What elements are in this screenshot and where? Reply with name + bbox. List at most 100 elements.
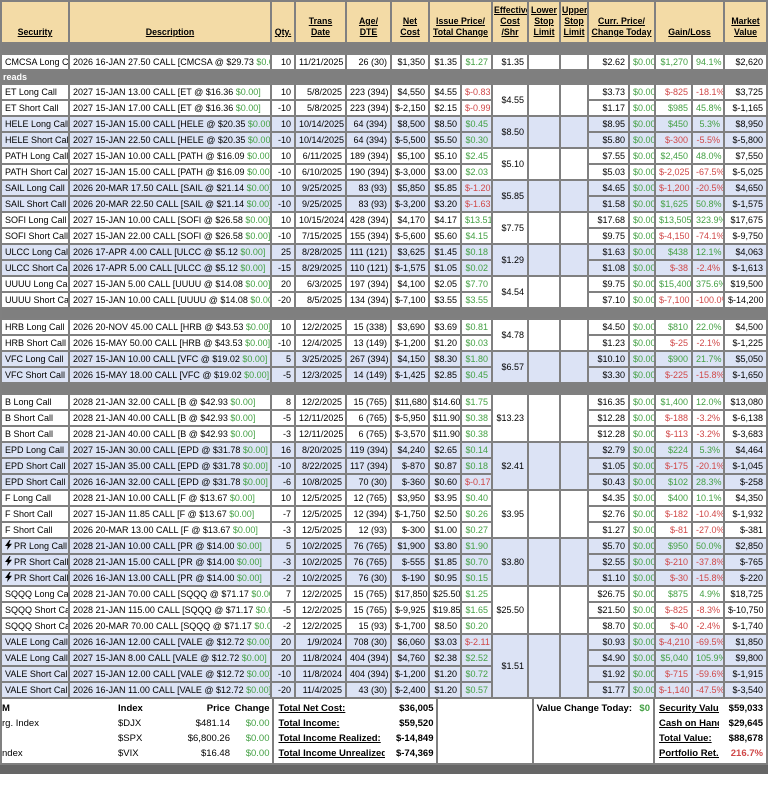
- cell-effective-cost[interactable]: $1.51: [493, 635, 527, 697]
- cell-curr-price[interactable]: $5.03: [589, 165, 628, 179]
- cell-qty[interactable]: 10: [272, 117, 294, 131]
- cell-gain-loss-pct[interactable]: -8.3%: [693, 603, 723, 617]
- cell-lower-stop-limit[interactable]: [529, 635, 559, 697]
- cell-gain-loss[interactable]: $-113: [656, 427, 691, 441]
- cell-lower-stop-limit[interactable]: [529, 245, 559, 275]
- cell-net-cost[interactable]: $11,680: [392, 395, 428, 409]
- cell-issue-price[interactable]: $1.35: [430, 55, 460, 69]
- index-change[interactable]: $0.00: [230, 731, 272, 746]
- cell-total-change[interactable]: $0.45: [462, 117, 491, 131]
- cell-change-today[interactable]: $0.00: [630, 459, 654, 473]
- cell-qty[interactable]: -2: [272, 571, 294, 585]
- cell-total-change[interactable]: $1.27: [462, 55, 491, 69]
- cell-gain-loss-pct[interactable]: 45.8%: [693, 101, 723, 115]
- column-header-effective-cost-shr[interactable]: Effective Cost /Shr: [493, 2, 527, 42]
- cell-change-today[interactable]: $0.00: [630, 117, 654, 131]
- cell-change-today[interactable]: $0.00: [630, 475, 654, 489]
- cell-age-dte[interactable]: 15 (765): [347, 587, 390, 601]
- cell-total-change[interactable]: $0.14: [462, 443, 491, 457]
- cell-security[interactable]: SOFI Long Call: [2, 213, 68, 227]
- cell-qty[interactable]: 8: [272, 395, 294, 409]
- cell-gain-loss[interactable]: $-715: [656, 667, 691, 681]
- cell-trans-date[interactable]: 6/10/2025: [296, 165, 345, 179]
- cell-trans-date[interactable]: 10/2/2025: [296, 571, 345, 585]
- cell-change-today[interactable]: $0.00: [630, 55, 654, 69]
- cell-description[interactable]: 2026 20-MAR 22.50 CALL [SAIL @ $21.14 $0…: [70, 197, 270, 211]
- cell-change-today[interactable]: $0.00: [630, 555, 654, 569]
- total-value[interactable]: $-74,369: [385, 746, 436, 761]
- cell-security[interactable]: SAIL Long Call: [2, 181, 68, 195]
- index-change[interactable]: $0.00: [230, 716, 272, 731]
- cell-age-dte[interactable]: 76 (765): [347, 555, 390, 569]
- cell-qty[interactable]: -3: [272, 555, 294, 569]
- cell-net-cost[interactable]: $3,950: [392, 491, 428, 505]
- cell-description[interactable]: 2027 15-JAN 22.50 CALL [HELE @ $20.35 $0…: [70, 133, 270, 147]
- cell-description[interactable]: 2028 21-JAN 32.00 CALL [B @ $42.93 $0.00…: [70, 395, 270, 409]
- cell-qty[interactable]: -10: [272, 667, 294, 681]
- total-value[interactable]: $36,005: [385, 701, 436, 716]
- cell-market-value[interactable]: $-1,045: [725, 459, 766, 473]
- cell-net-cost[interactable]: $3,690: [392, 320, 428, 334]
- cell-trans-date[interactable]: 12/2/2025: [296, 320, 345, 334]
- cell-market-value[interactable]: $7,550: [725, 149, 766, 163]
- cell-trans-date[interactable]: 12/5/2025: [296, 507, 345, 521]
- cell-net-cost[interactable]: $4,170: [392, 213, 428, 227]
- cell-gain-loss-pct[interactable]: 12.0%: [693, 395, 723, 409]
- cell-market-value[interactable]: $-10,750: [725, 603, 766, 617]
- index-symbol[interactable]: Index: [118, 701, 168, 716]
- cell-curr-price[interactable]: $2.55: [589, 555, 628, 569]
- cell-qty[interactable]: 10: [272, 149, 294, 163]
- cell-qty[interactable]: -5: [272, 368, 294, 382]
- cell-gain-loss-pct[interactable]: -2.4%: [693, 619, 723, 633]
- cell-age-dte[interactable]: 14 (149): [347, 368, 390, 382]
- cell-curr-price[interactable]: $3.73: [589, 85, 628, 99]
- cell-trans-date[interactable]: 11/8/2024: [296, 667, 345, 681]
- cell-gain-loss[interactable]: $102: [656, 475, 691, 489]
- cell-gain-loss-pct[interactable]: 48.0%: [693, 149, 723, 163]
- cell-issue-price[interactable]: $14.60: [430, 395, 460, 409]
- total-label[interactable]: Total Income Unrealized:: [274, 746, 385, 761]
- cell-trans-date[interactable]: 10/2/2025: [296, 555, 345, 569]
- cell-age-dte[interactable]: 223 (394): [347, 85, 390, 99]
- cell-security[interactable]: B Short Call: [2, 411, 68, 425]
- cell-qty[interactable]: -6: [272, 475, 294, 489]
- cell-trans-date[interactable]: 9/25/2025: [296, 181, 345, 195]
- cell-security[interactable]: SOFI Short Call: [2, 229, 68, 243]
- cell-issue-price[interactable]: $8.50: [430, 117, 460, 131]
- cell-gain-loss[interactable]: $985: [656, 101, 691, 115]
- column-header-market-value[interactable]: Market Value: [725, 2, 766, 42]
- cell-market-value[interactable]: $-1,165: [725, 101, 766, 115]
- cell-gain-loss-pct[interactable]: -59.6%: [693, 667, 723, 681]
- cell-total-change[interactable]: $1.90: [462, 539, 491, 553]
- cell-net-cost[interactable]: $-555: [392, 555, 428, 569]
- cell-description[interactable]: 2026 15-MAY 50.00 CALL [HRB @ $43.53 $0.…: [70, 336, 270, 350]
- cell-gain-loss-pct[interactable]: -69.5%: [693, 635, 723, 649]
- cell-market-value[interactable]: $-1,915: [725, 667, 766, 681]
- cell-age-dte[interactable]: 6 (765): [347, 411, 390, 425]
- cell-upper-stop-limit[interactable]: [561, 320, 587, 350]
- cell-trans-date[interactable]: 10/15/2024: [296, 213, 345, 227]
- cell-description[interactable]: 2028 21-JAN 40.00 CALL [B @ $42.93 $0.00…: [70, 427, 270, 441]
- cell-change-today[interactable]: $0.00: [630, 229, 654, 243]
- cell-gain-loss[interactable]: $-7,100: [656, 293, 691, 307]
- cell-age-dte[interactable]: 15 (338): [347, 320, 390, 334]
- cell-net-cost[interactable]: $4,240: [392, 443, 428, 457]
- cell-age-dte[interactable]: 15 (765): [347, 603, 390, 617]
- cell-effective-cost[interactable]: $25.50: [493, 587, 527, 633]
- index-name-cut[interactable]: rg. Index: [2, 716, 118, 731]
- cell-change-today[interactable]: $0.00: [630, 85, 654, 99]
- cell-lower-stop-limit[interactable]: [529, 149, 559, 179]
- cell-description[interactable]: 2028 21-JAN 70.00 CALL [SQQQ @ $71.17 $0…: [70, 587, 270, 601]
- cell-curr-price[interactable]: $0.43: [589, 475, 628, 489]
- cell-qty[interactable]: -10: [272, 197, 294, 211]
- cell-lower-stop-limit[interactable]: [529, 181, 559, 211]
- cell-upper-stop-limit[interactable]: [561, 491, 587, 537]
- cell-gain-loss[interactable]: $-25: [656, 336, 691, 350]
- cell-lower-stop-limit[interactable]: [529, 539, 559, 585]
- cell-gain-loss[interactable]: $-175: [656, 459, 691, 473]
- cell-trans-date[interactable]: 5/8/2025: [296, 101, 345, 115]
- cell-description[interactable]: 2026 17-APR 5.00 CALL [ULCC @ $5.12 $0.0…: [70, 261, 270, 275]
- cell-issue-price[interactable]: $5.50: [430, 133, 460, 147]
- column-header-upper-stop-limit[interactable]: Upper Stop Limit: [561, 2, 587, 42]
- cell-security[interactable]: HELE Short Call: [2, 133, 68, 147]
